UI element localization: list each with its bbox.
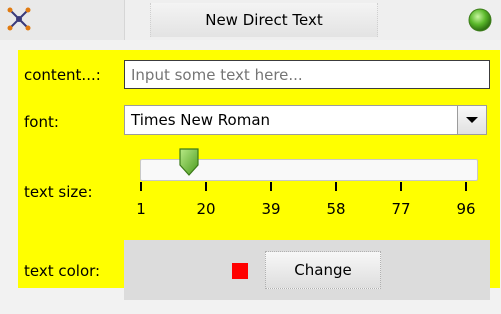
move-icon[interactable] <box>6 6 32 32</box>
slider-tick-label: 20 <box>196 200 216 218</box>
content-input[interactable] <box>124 60 490 89</box>
text-color-area: Change <box>124 240 490 300</box>
title-bar-left-section[interactable] <box>0 0 125 40</box>
status-indicator-icon[interactable] <box>468 8 492 32</box>
slider-tick-label: 77 <box>391 200 411 218</box>
content-label: content...: <box>24 66 101 84</box>
chevron-down-icon <box>466 117 478 123</box>
change-color-button[interactable]: Change <box>265 251 381 289</box>
slider-tick <box>205 182 207 191</box>
text-size-slider[interactable]: 1 20 39 58 77 96 <box>124 145 490 235</box>
slider-tick-label: 1 <box>136 200 146 218</box>
color-swatch <box>232 263 248 279</box>
slider-tick <box>400 182 402 191</box>
font-select-value: Times New Roman <box>131 111 271 129</box>
slider-tick-label: 58 <box>326 200 346 218</box>
slider-tick <box>465 182 467 191</box>
slider-tick <box>335 182 337 191</box>
window-title: New Direct Text <box>150 3 378 37</box>
title-bar: New Direct Text <box>0 0 501 40</box>
slider-tick <box>140 182 142 191</box>
slider-thumb[interactable] <box>177 147 201 177</box>
font-label: font: <box>24 113 59 131</box>
font-select[interactable]: Times New Roman <box>124 105 487 135</box>
slider-tick-label: 39 <box>261 200 281 218</box>
slider-tick <box>270 182 272 191</box>
text-color-label: text color: <box>24 262 101 280</box>
text-size-label: text size: <box>24 183 93 201</box>
font-dropdown-button[interactable] <box>457 105 487 135</box>
slider-tick-label: 96 <box>456 200 476 218</box>
